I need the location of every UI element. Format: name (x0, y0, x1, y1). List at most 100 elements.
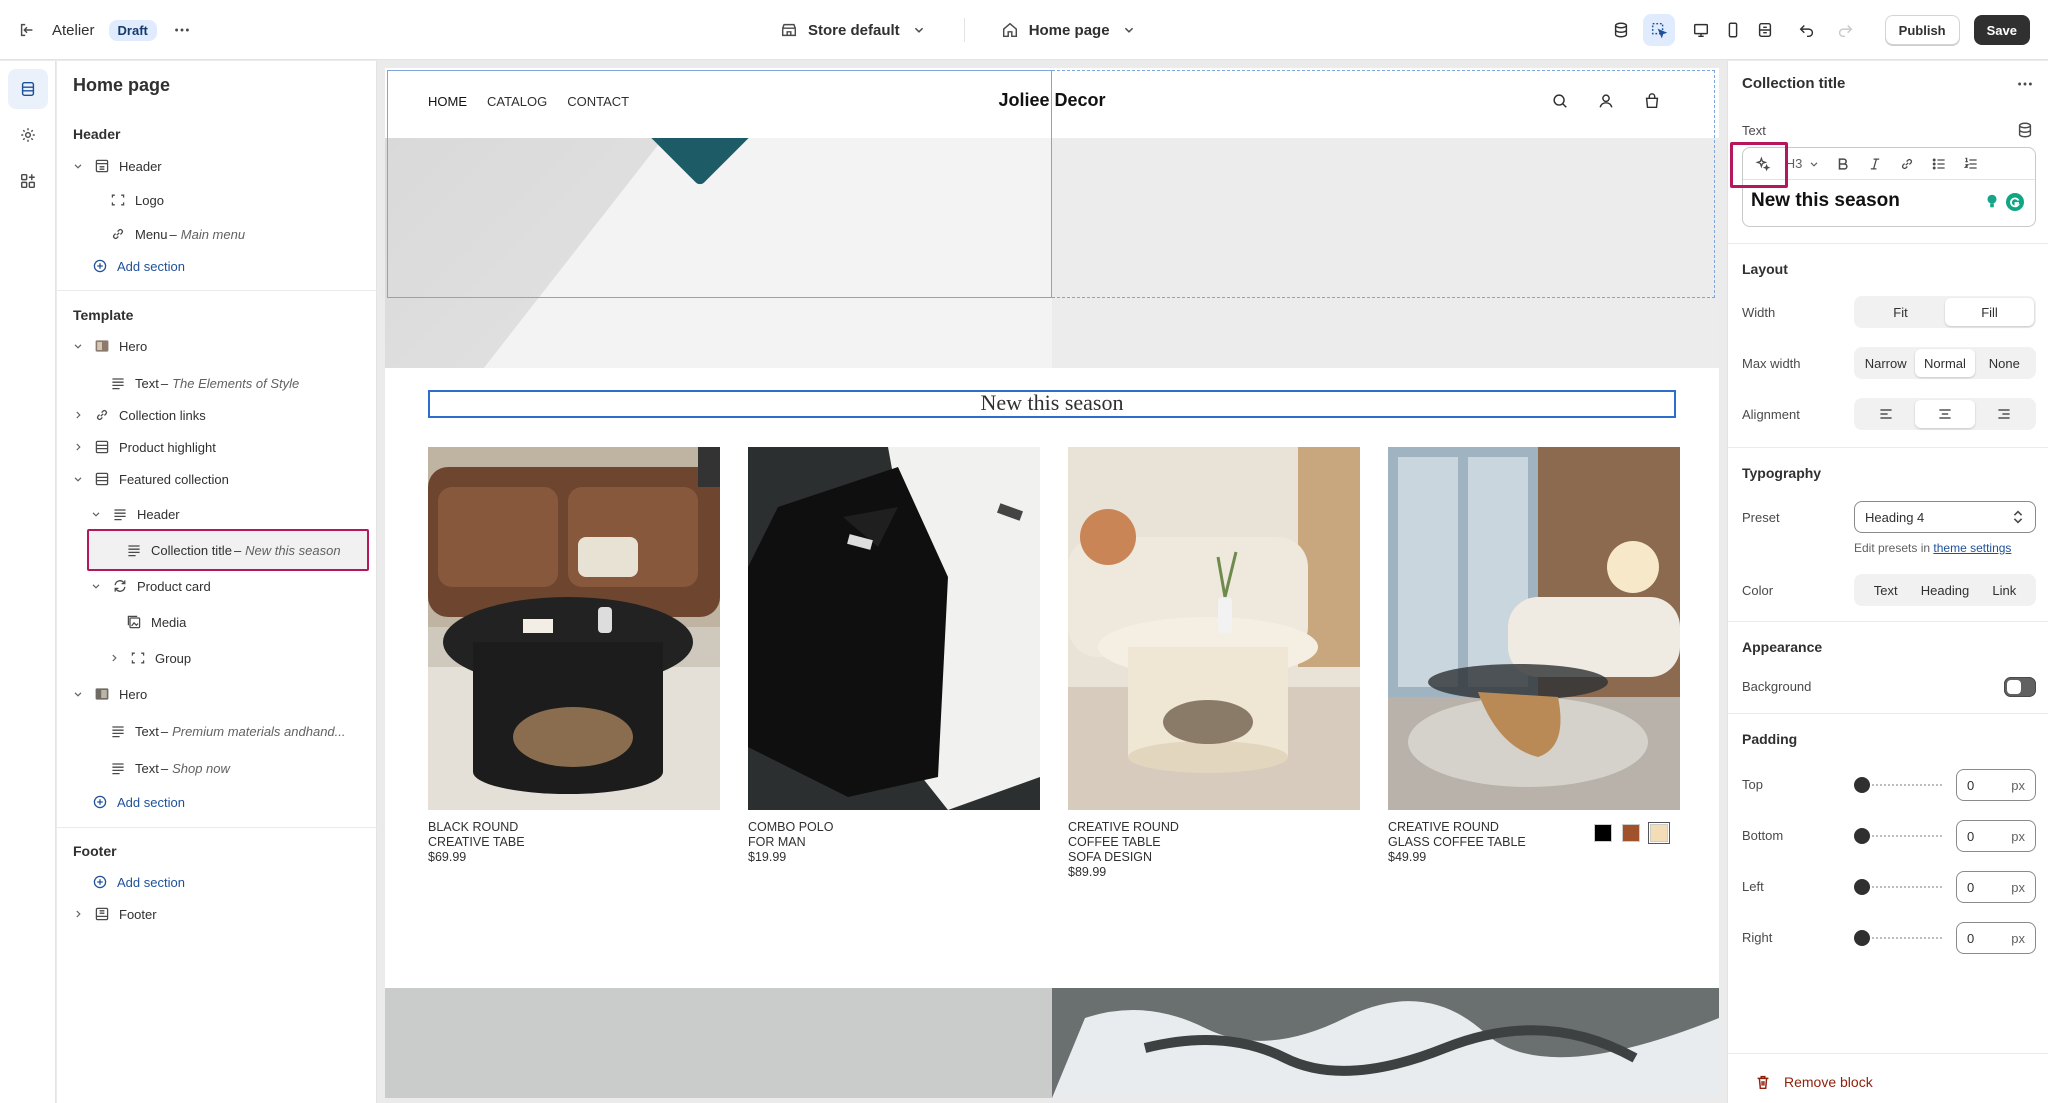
layer-media[interactable]: Media (125, 609, 186, 635)
product-name[interactable]: CREATIVE ROUND COFFEE TABLE SOFA DESIGN (1068, 820, 1360, 865)
chevron-down-icon[interactable] (71, 687, 85, 701)
apps-icon[interactable] (8, 161, 48, 201)
padding-top-slider[interactable] (1854, 775, 1944, 795)
layer-group[interactable]: Group (107, 645, 191, 671)
page-picker[interactable]: Home page (991, 19, 1148, 41)
desktop-view-icon[interactable] (1685, 14, 1717, 46)
chevron-down-icon[interactable] (71, 339, 85, 353)
preview-canvas[interactable]: HOME CATALOG CONTACT Joliee Decor New th… (385, 68, 1719, 1098)
preset-select[interactable]: Heading 4 (1854, 501, 2036, 533)
header-add-section[interactable]: Add section (91, 253, 185, 279)
layer-hero2-text-2[interactable]: Text – Shop now (109, 755, 230, 781)
redo-icon[interactable] (1829, 14, 1861, 46)
product-name[interactable]: COMBO POLO FOR MAN (748, 820, 1040, 850)
inspector-icon[interactable] (1642, 14, 1675, 46)
layer-footer[interactable]: Footer (71, 901, 157, 927)
theme-picker[interactable]: Store default (770, 19, 938, 41)
settings-gear-icon[interactable] (8, 115, 48, 155)
chevron-down-icon[interactable] (89, 507, 103, 521)
template-group-label: Template (73, 307, 134, 323)
heading-level-select[interactable]: H3 (1783, 152, 1823, 176)
undo-icon[interactable] (1791, 14, 1823, 46)
align-center-icon[interactable] (1915, 400, 1975, 428)
more-options-icon[interactable] (171, 19, 193, 41)
layer-hero2-text-1[interactable]: Text – Premium materials andhand... (109, 718, 346, 744)
padding-left-input[interactable]: 0 px (1956, 871, 2036, 903)
text-value[interactable]: New this season (1751, 190, 1900, 212)
more-options-icon[interactable] (2014, 73, 2036, 95)
full-width-view-icon[interactable] (1749, 14, 1781, 46)
link-icon[interactable] (1895, 152, 1919, 176)
product-image[interactable] (1388, 447, 1680, 810)
color-swatch-brown[interactable] (1622, 824, 1640, 842)
layer-product-card[interactable]: Product card (89, 573, 211, 599)
padding-top-input[interactable]: 0 px (1956, 769, 2036, 801)
save-button[interactable]: Save (1973, 15, 2030, 45)
product-card[interactable]: CREATIVE ROUND GLASS COFFEE TABLE $49.99 (1388, 447, 1680, 865)
chevron-down-icon[interactable] (71, 159, 85, 173)
padding-right-input[interactable]: 0 px (1956, 922, 2036, 954)
layers-panel: Home page Header Header Logo Menu – Main m… (57, 61, 377, 1103)
max-width-none-option[interactable]: None (1975, 349, 2034, 377)
product-image[interactable] (748, 447, 1040, 810)
product-image[interactable] (428, 447, 720, 810)
color-text-option[interactable]: Text (1856, 576, 1915, 604)
footer-add-section[interactable]: Add section (91, 869, 185, 895)
product-price: $89.99 (1068, 865, 1107, 879)
layer-logo[interactable]: Logo (109, 187, 164, 213)
layer-collection-title[interactable]: Collection title – New this season (125, 537, 341, 563)
layer-featured-collection[interactable]: Featured collection (71, 466, 229, 492)
max-width-narrow-option[interactable]: Narrow (1856, 349, 1915, 377)
grammarly-icon[interactable] (2005, 192, 2025, 215)
padding-bottom-input[interactable]: 0 px (1956, 820, 2036, 852)
remove-block-button[interactable]: Remove block (1752, 1071, 1873, 1093)
align-right-icon[interactable] (1975, 400, 2034, 428)
max-width-normal-option[interactable]: Normal (1915, 349, 1975, 377)
sections-icon[interactable] (8, 69, 48, 109)
layer-collection-links[interactable]: Collection links (71, 402, 206, 428)
preset-label: Preset (1742, 510, 1780, 525)
product-card[interactable]: CREATIVE ROUND COFFEE TABLE SOFA DESIGN … (1068, 447, 1360, 880)
exit-icon[interactable] (16, 19, 38, 41)
color-swatch-beige[interactable] (1648, 822, 1670, 844)
database-icon[interactable] (1605, 14, 1637, 46)
product-card[interactable]: BLACK ROUND CREATIVE TABE $69.99 (428, 447, 720, 865)
layer-header[interactable]: Header (71, 153, 162, 179)
color-swatch-black[interactable] (1594, 824, 1612, 842)
chevron-right-icon[interactable] (71, 907, 85, 921)
color-link-option[interactable]: Link (1975, 576, 2034, 604)
chevron-down-icon[interactable] (71, 472, 85, 486)
layer-hero-text[interactable]: Text – The Elements of Style (109, 370, 299, 396)
product-name[interactable]: BLACK ROUND CREATIVE TABE (428, 820, 720, 850)
italic-icon[interactable] (1863, 152, 1887, 176)
publish-button[interactable]: Publish (1884, 15, 1960, 45)
numbered-list-icon[interactable] (1959, 152, 1983, 176)
layer-fc-header[interactable]: Header (89, 501, 180, 527)
dynamic-source-icon[interactable] (2014, 119, 2036, 141)
mobile-view-icon[interactable] (1717, 14, 1749, 46)
background-toggle[interactable] (2004, 677, 2036, 697)
chevron-down-icon[interactable] (89, 579, 103, 593)
chevron-right-icon[interactable] (107, 651, 121, 665)
align-left-icon[interactable] (1856, 400, 1915, 428)
bullet-list-icon[interactable] (1927, 152, 1951, 176)
chevron-right-icon[interactable] (71, 408, 85, 422)
width-fit-option[interactable]: Fit (1856, 298, 1945, 326)
layer-hero[interactable]: Hero (71, 333, 147, 359)
lightbulb-icon[interactable] (1983, 192, 2001, 215)
theme-settings-link[interactable]: theme settings (1933, 541, 2011, 555)
bold-icon[interactable] (1831, 152, 1855, 176)
padding-right-slider[interactable] (1854, 928, 1944, 948)
product-card[interactable]: COMBO POLO FOR MAN $19.99 (748, 447, 1040, 865)
width-fill-option[interactable]: Fill (1945, 298, 2034, 326)
layer-product-highlight[interactable]: Product highlight (71, 434, 216, 460)
layer-menu[interactable]: Menu – Main menu (109, 221, 245, 247)
color-heading-option[interactable]: Heading (1915, 576, 1974, 604)
padding-left-slider[interactable] (1854, 877, 1944, 897)
template-add-section[interactable]: Add section (91, 789, 185, 815)
layer-hero-2[interactable]: Hero (71, 681, 147, 707)
padding-bottom-slider[interactable] (1854, 826, 1944, 846)
collection-title-preview[interactable]: New this season (428, 390, 1676, 418)
product-image[interactable] (1068, 447, 1360, 810)
chevron-right-icon[interactable] (71, 440, 85, 454)
